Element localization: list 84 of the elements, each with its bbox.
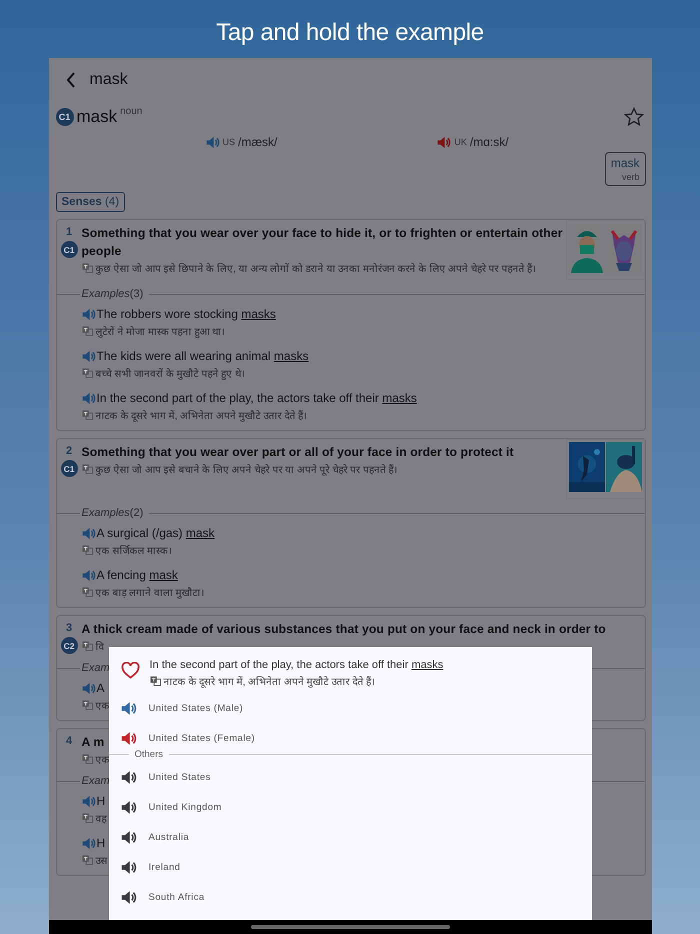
senses-button[interactable]: Senses (4) [56, 192, 126, 212]
example-sentence[interactable]: A surgical (/gas) mask [96, 526, 215, 540]
examples-label: Exam [80, 662, 111, 674]
translation-text: एक [96, 700, 110, 712]
translation-text: एक [96, 754, 110, 766]
example-sentence[interactable]: A fencing mask [96, 568, 178, 582]
part-of-speech: noun [120, 106, 142, 117]
translation-text: नाटक के दूसरे भाग में, अभिनेता अपने मुखौटे उतार देते हैं। [96, 409, 308, 422]
translation-text: लुटेरों ने मोजा मास्क पहना हुआ था। [96, 325, 226, 338]
translate-icon [82, 587, 92, 597]
examples-label: Examples(3) [80, 288, 144, 300]
translate-icon [82, 754, 92, 764]
speaker-icon[interactable] [120, 890, 136, 904]
keyword-link[interactable]: mask [186, 526, 215, 540]
speaker-icon[interactable] [120, 730, 136, 746]
translation-text: वह [96, 813, 106, 825]
speaker-icon[interactable] [120, 830, 136, 844]
translation-text: नाटक के दूसरे भाग में, अभिनेता अपने मुखौटे उतार देते हैं। [164, 675, 376, 688]
level-badge: C1 [60, 241, 78, 258]
example-sentence[interactable]: A [96, 681, 105, 695]
back-icon[interactable] [66, 72, 76, 88]
translate-icon [82, 326, 92, 336]
translation-text: वि [96, 640, 104, 653]
level-badge: C1 [56, 108, 74, 126]
translate-icon [82, 263, 92, 273]
translate-icon [82, 464, 92, 474]
translate-icon [82, 813, 92, 823]
region-label: UK [454, 137, 467, 147]
translation-text: कुछ ऐसा जो आप इसे बचाने के लिए अपने चेहरे पर या अपने पूरे चेहरे पर पहनते हैं। [96, 463, 398, 476]
example-sentence[interactable]: The kids were all wearing animal masks [96, 349, 309, 363]
sense-number: 4 [66, 735, 72, 747]
sense-number: 2 [66, 445, 72, 457]
keyword-link[interactable]: masks [241, 307, 276, 321]
heart-icon[interactable] [120, 662, 140, 679]
keyword-link[interactable]: masks [274, 349, 309, 363]
translation-text: एक सर्जिकल मास्क। [96, 544, 172, 557]
definition: A thick cream made of various substances that you put on your face and neck in order to [82, 621, 606, 638]
definition: Something that you wear over your face to hide it, or to frighten or entertain other people [82, 225, 564, 260]
voice-option[interactable]: United States [108, 762, 592, 792]
example-sentence[interactable]: In the second part of the play, the actors take off their masks [150, 659, 444, 671]
sense-number: 3 [66, 622, 72, 634]
example-sentence[interactable]: The robbers wore stocking masks [96, 307, 276, 321]
voice-option[interactable]: United Kingdom [108, 792, 592, 822]
nav-title: mask [90, 71, 128, 89]
keyword-link[interactable]: masks [382, 391, 417, 405]
related-word-button[interactable]: mask verb [604, 152, 646, 186]
voice-option[interactable]: Australia [108, 822, 592, 852]
star-icon[interactable] [624, 107, 644, 127]
translate-icon [82, 410, 92, 420]
speaker-icon[interactable] [120, 770, 136, 784]
examples-label: Examples(2) [80, 507, 144, 519]
example-sentence[interactable]: H [96, 836, 106, 850]
level-badge: C2 [60, 637, 78, 654]
voice-option[interactable]: Ireland [108, 852, 592, 882]
speaker-icon[interactable] [120, 860, 136, 874]
keyword-link[interactable]: mask [149, 568, 178, 582]
headword: mask [76, 107, 118, 127]
translate-icon [82, 368, 92, 378]
examples-label: Exam [80, 775, 111, 787]
translate-icon [150, 676, 160, 686]
phonetic-text: /mɑ:sk/ [470, 135, 509, 149]
phonetic-text: /mæsk/ [238, 135, 278, 149]
sense-number: 1 [66, 226, 72, 238]
example-sentence[interactable]: In the second part of the play, the actors take off their masks [96, 391, 417, 405]
translation-text: कुछ ऐसा जो आप इसे छिपाने के लिए, या अन्य लोगों को डराने या उनका मनोरंजन करने के लिए अपने चेहरे पर पहनते हैं। [96, 262, 536, 275]
definition: A m [82, 734, 104, 751]
speaker-icon[interactable] [120, 700, 136, 716]
translation-text: बच्चे सभी जानवरों के मुखौटे पहने हुए थे। [96, 367, 245, 380]
translate-icon [82, 700, 92, 710]
section-label: Others [134, 748, 164, 760]
region-label: US [222, 137, 236, 147]
level-badge: C1 [60, 460, 78, 477]
voice-option[interactable]: United States (Male) [108, 693, 592, 723]
translate-icon [82, 855, 92, 865]
speaker-icon[interactable] [120, 800, 136, 814]
example-sentence[interactable]: H [96, 794, 106, 808]
translation-text: एक बाड़ लगाने वाला मुखौटा। [96, 586, 205, 599]
definition: Something that you wear over part or all of your face in order to protect it [82, 444, 514, 461]
caption: Tap and hold the example [216, 18, 484, 48]
translate-icon [82, 641, 92, 651]
translate-icon [82, 545, 92, 555]
keyword-link[interactable]: masks [411, 659, 444, 671]
voice-option[interactable]: South Africa [108, 882, 592, 912]
translation-text: उस [96, 855, 108, 867]
